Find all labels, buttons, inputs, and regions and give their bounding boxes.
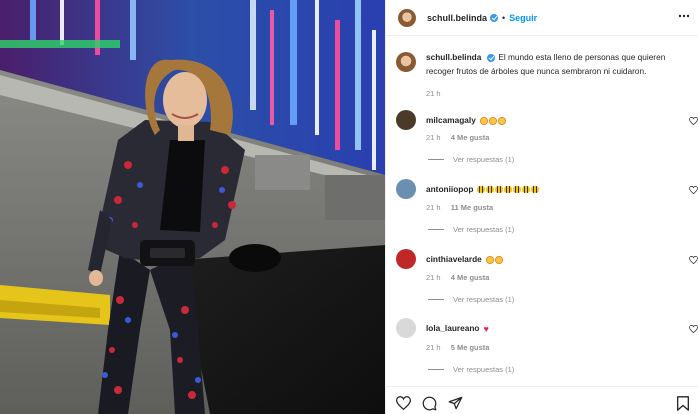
comment-body: cinthiavelarde bbox=[426, 254, 504, 264]
caption-avatar[interactable] bbox=[396, 52, 416, 72]
comment-timestamp: 21 h bbox=[426, 133, 441, 142]
post-header: schull.belinda • Seguir bbox=[386, 0, 698, 36]
bee-emoji-icon bbox=[486, 186, 495, 194]
comment-body: milcamagaly bbox=[426, 115, 507, 125]
bee-emoji-icon bbox=[495, 186, 504, 194]
comment-body: lola_laureano ♥ bbox=[426, 323, 493, 333]
caption-timestamp: 21 h bbox=[426, 89, 441, 98]
comment-meta: 21 h 4 Me gusta bbox=[426, 273, 497, 282]
heart-icon[interactable] bbox=[396, 396, 411, 410]
comment-likes[interactable]: 11 Me gusta bbox=[451, 203, 494, 212]
star-struck-emoji-icon bbox=[488, 116, 497, 125]
view-replies-button[interactable]: Ver respuestas (1) bbox=[428, 295, 514, 304]
comment-likes[interactable]: 5 Me gusta bbox=[451, 343, 490, 352]
comment-likes[interactable]: 4 Me gusta bbox=[451, 133, 490, 142]
commenter-avatar[interactable] bbox=[396, 318, 416, 338]
replies-divider bbox=[428, 229, 444, 230]
bee-emoji-icon bbox=[522, 186, 531, 194]
caption-verified-icon bbox=[487, 53, 496, 62]
post-action-bar bbox=[386, 386, 698, 414]
comment-timestamp: 21 h bbox=[426, 203, 441, 212]
comment-likes[interactable]: 4 Me gusta bbox=[451, 273, 490, 282]
post-details-panel: schull.belinda • Seguir schull.belinda El… bbox=[385, 0, 698, 414]
bee-emoji-icon bbox=[513, 186, 522, 194]
comment-timestamp: 21 h bbox=[426, 273, 441, 282]
comment-body: antoniiopop bbox=[426, 184, 540, 194]
more-options-icon[interactable] bbox=[678, 14, 690, 18]
replies-divider bbox=[428, 299, 444, 300]
comment-username[interactable]: antoniiopop bbox=[426, 184, 473, 194]
red-heart-emoji-icon: ♥ bbox=[483, 323, 489, 334]
header-separator: • bbox=[502, 12, 506, 23]
bookmark-icon[interactable] bbox=[677, 396, 689, 411]
verified-badge-icon bbox=[490, 13, 499, 22]
comment-item: milcamagaly 21 h 4 Me gusta Ver respuest… bbox=[396, 110, 698, 170]
photo-illustration bbox=[0, 0, 385, 414]
commenter-avatar[interactable] bbox=[396, 249, 416, 269]
view-replies-label: Ver respuestas (1) bbox=[453, 295, 515, 304]
author-username[interactable]: schull.belinda bbox=[427, 13, 487, 23]
comment-icon[interactable] bbox=[422, 396, 437, 411]
view-replies-button[interactable]: Ver respuestas (1) bbox=[428, 155, 514, 164]
view-replies-button[interactable]: Ver respuestas (1) bbox=[428, 365, 514, 374]
share-icon[interactable] bbox=[448, 396, 463, 410]
comment-username[interactable]: lola_laureano bbox=[426, 323, 480, 333]
star-struck-emoji-icon bbox=[479, 116, 488, 125]
comment-meta: 21 h 5 Me gusta bbox=[426, 343, 497, 352]
author-avatar[interactable] bbox=[398, 8, 416, 27]
caption-text-block: schull.belinda El mundo esta lleno de per… bbox=[426, 50, 691, 78]
comment-timestamp: 21 h bbox=[426, 343, 441, 352]
star-struck-emoji-icon bbox=[497, 116, 506, 125]
bee-emoji-icon bbox=[477, 186, 486, 194]
bee-emoji-icon bbox=[504, 186, 513, 194]
star-struck-emoji-icon bbox=[494, 255, 503, 264]
post-caption: schull.belinda El mundo esta lleno de per… bbox=[396, 50, 691, 98]
view-replies-label: Ver respuestas (1) bbox=[453, 365, 515, 374]
view-replies-label: Ver respuestas (1) bbox=[453, 225, 515, 234]
caption-username[interactable]: schull.belinda bbox=[426, 52, 481, 62]
replies-divider bbox=[428, 369, 444, 370]
like-comment-icon[interactable] bbox=[689, 325, 698, 333]
comment-item: cinthiavelarde 21 h 4 Me gusta Ver respu… bbox=[396, 249, 698, 309]
comment-item: lola_laureano ♥ 21 h 5 Me gusta Ver respu… bbox=[396, 318, 698, 380]
like-comment-icon[interactable] bbox=[689, 186, 698, 194]
like-comment-icon[interactable] bbox=[689, 256, 698, 264]
comment-item: antoniiopop 21 h 11 Me gusta Ver respues… bbox=[396, 179, 698, 239]
comment-meta: 21 h 4 Me gusta bbox=[426, 133, 497, 142]
like-comment-icon[interactable] bbox=[689, 117, 698, 125]
view-replies-button[interactable]: Ver respuestas (1) bbox=[428, 225, 514, 234]
view-replies-label: Ver respuestas (1) bbox=[453, 155, 515, 164]
comment-meta: 21 h 11 Me gusta bbox=[426, 203, 501, 212]
replies-divider bbox=[428, 159, 444, 160]
comment-username[interactable]: milcamagaly bbox=[426, 115, 476, 125]
comment-username[interactable]: cinthiavelarde bbox=[426, 254, 482, 264]
follow-button[interactable]: Seguir bbox=[509, 13, 537, 23]
commenter-avatar[interactable] bbox=[396, 179, 416, 199]
instagram-post-view: schull.belinda • Seguir schull.belinda El… bbox=[0, 0, 698, 414]
commenter-avatar[interactable] bbox=[396, 110, 416, 130]
post-photo[interactable] bbox=[0, 0, 385, 414]
star-struck-emoji-icon bbox=[485, 255, 494, 264]
bee-emoji-icon bbox=[531, 186, 540, 194]
